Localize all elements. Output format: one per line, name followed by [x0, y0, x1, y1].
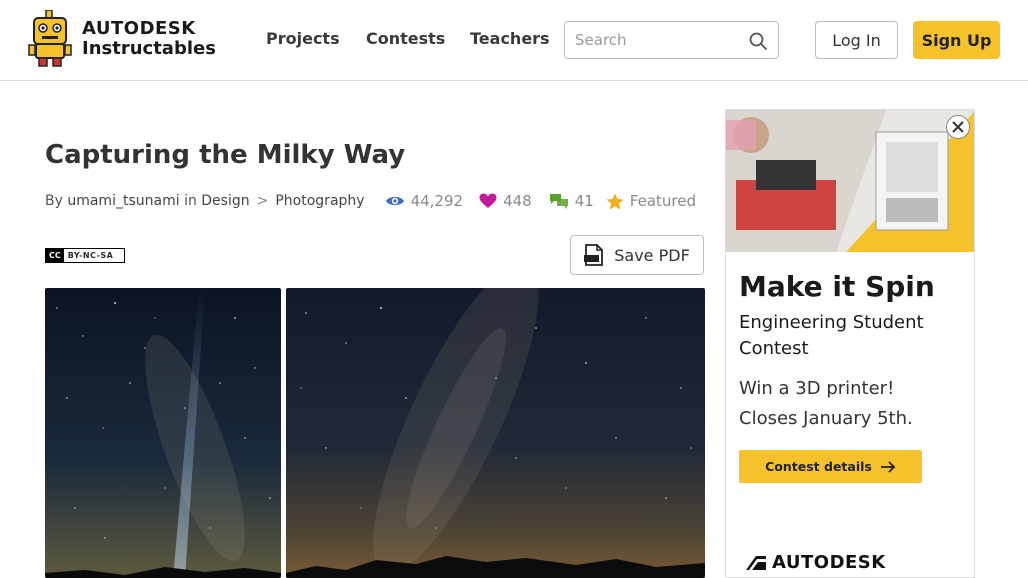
contest-details-button[interactable]: Contest details: [739, 450, 922, 483]
comment-icon: [549, 194, 568, 209]
eye-icon: [385, 196, 404, 206]
featured-label: Featured: [629, 192, 697, 210]
breadcrumb-separator: >: [256, 193, 269, 209]
save-pdf-button[interactable]: Save PDF: [570, 235, 704, 275]
ad-close-button[interactable]: [946, 115, 970, 139]
milky-way-photo-1: [45, 288, 281, 578]
nav-contests[interactable]: Contests: [366, 29, 445, 48]
nav-projects[interactable]: Projects: [266, 29, 340, 48]
save-pdf-label: Save PDF: [614, 245, 690, 265]
ad-brand-text: AUTODESK: [772, 552, 886, 573]
ad-title: Make it Spin: [739, 270, 935, 303]
autodesk-logo-icon: [746, 555, 766, 570]
ad-subtitle: Engineering Student Contest: [739, 312, 924, 359]
search-icon[interactable]: [748, 31, 768, 51]
favorites-stat[interactable]: 448: [479, 192, 532, 210]
site-header: AUTODESK Instructables Projects Contests…: [0, 0, 1028, 81]
category-link[interactable]: Design: [201, 193, 249, 209]
sidebar-ad[interactable]: Make it Spin Engineering Student Contest…: [725, 109, 975, 578]
article-meta: By umami_tsunami in Design > Photography…: [45, 191, 696, 211]
in-label: in: [184, 193, 197, 209]
login-button[interactable]: Log In: [815, 21, 898, 59]
ad-body-line1: Win a 3D printer!: [739, 378, 895, 399]
by-label: By: [45, 193, 63, 209]
logo-brand-text: AUTODESK: [82, 18, 196, 39]
ad-image: [726, 110, 974, 252]
milky-way-photo-2: [286, 288, 705, 578]
logo-product-text: Instructables: [82, 38, 216, 59]
close-icon: [952, 121, 964, 133]
pdf-icon: [584, 244, 604, 266]
article-title: Capturing the Milky Way: [45, 140, 406, 170]
article-photo-2[interactable]: [286, 288, 705, 578]
signup-button[interactable]: Sign Up: [913, 21, 1000, 59]
featured-stat: Featured: [606, 192, 696, 210]
license-badge[interactable]: CC BY-NC-SA: [45, 248, 125, 263]
views-stat: 44,292: [385, 192, 464, 210]
robot-logo-icon: [28, 10, 72, 67]
ad-body-line2: Closes January 5th.: [739, 408, 913, 429]
ad-body: Win a 3D printer! Closes January 5th.: [739, 374, 964, 434]
cc-label: CC: [46, 249, 64, 262]
heart-icon: [479, 193, 497, 208]
favorites-count: 448: [503, 192, 532, 210]
nav-teachers[interactable]: Teachers: [470, 29, 550, 48]
search-input[interactable]: [575, 30, 745, 50]
star-icon: [606, 193, 624, 209]
ad-brand: AUTODESK: [746, 552, 886, 573]
author-link[interactable]: umami_tsunami: [67, 193, 179, 209]
article-photo-1[interactable]: [45, 288, 281, 578]
views-count: 44,292: [410, 192, 464, 210]
comments-stat[interactable]: 41: [549, 192, 594, 210]
comments-count: 41: [574, 192, 594, 210]
subcategory-link[interactable]: Photography: [275, 193, 364, 209]
search-box: [564, 21, 779, 59]
license-label: BY-NC-SA: [67, 251, 114, 260]
arrow-right-icon: [880, 460, 896, 473]
site-logo[interactable]: AUTODESK Instructables: [26, 10, 216, 70]
contest-details-label: Contest details: [765, 459, 872, 474]
